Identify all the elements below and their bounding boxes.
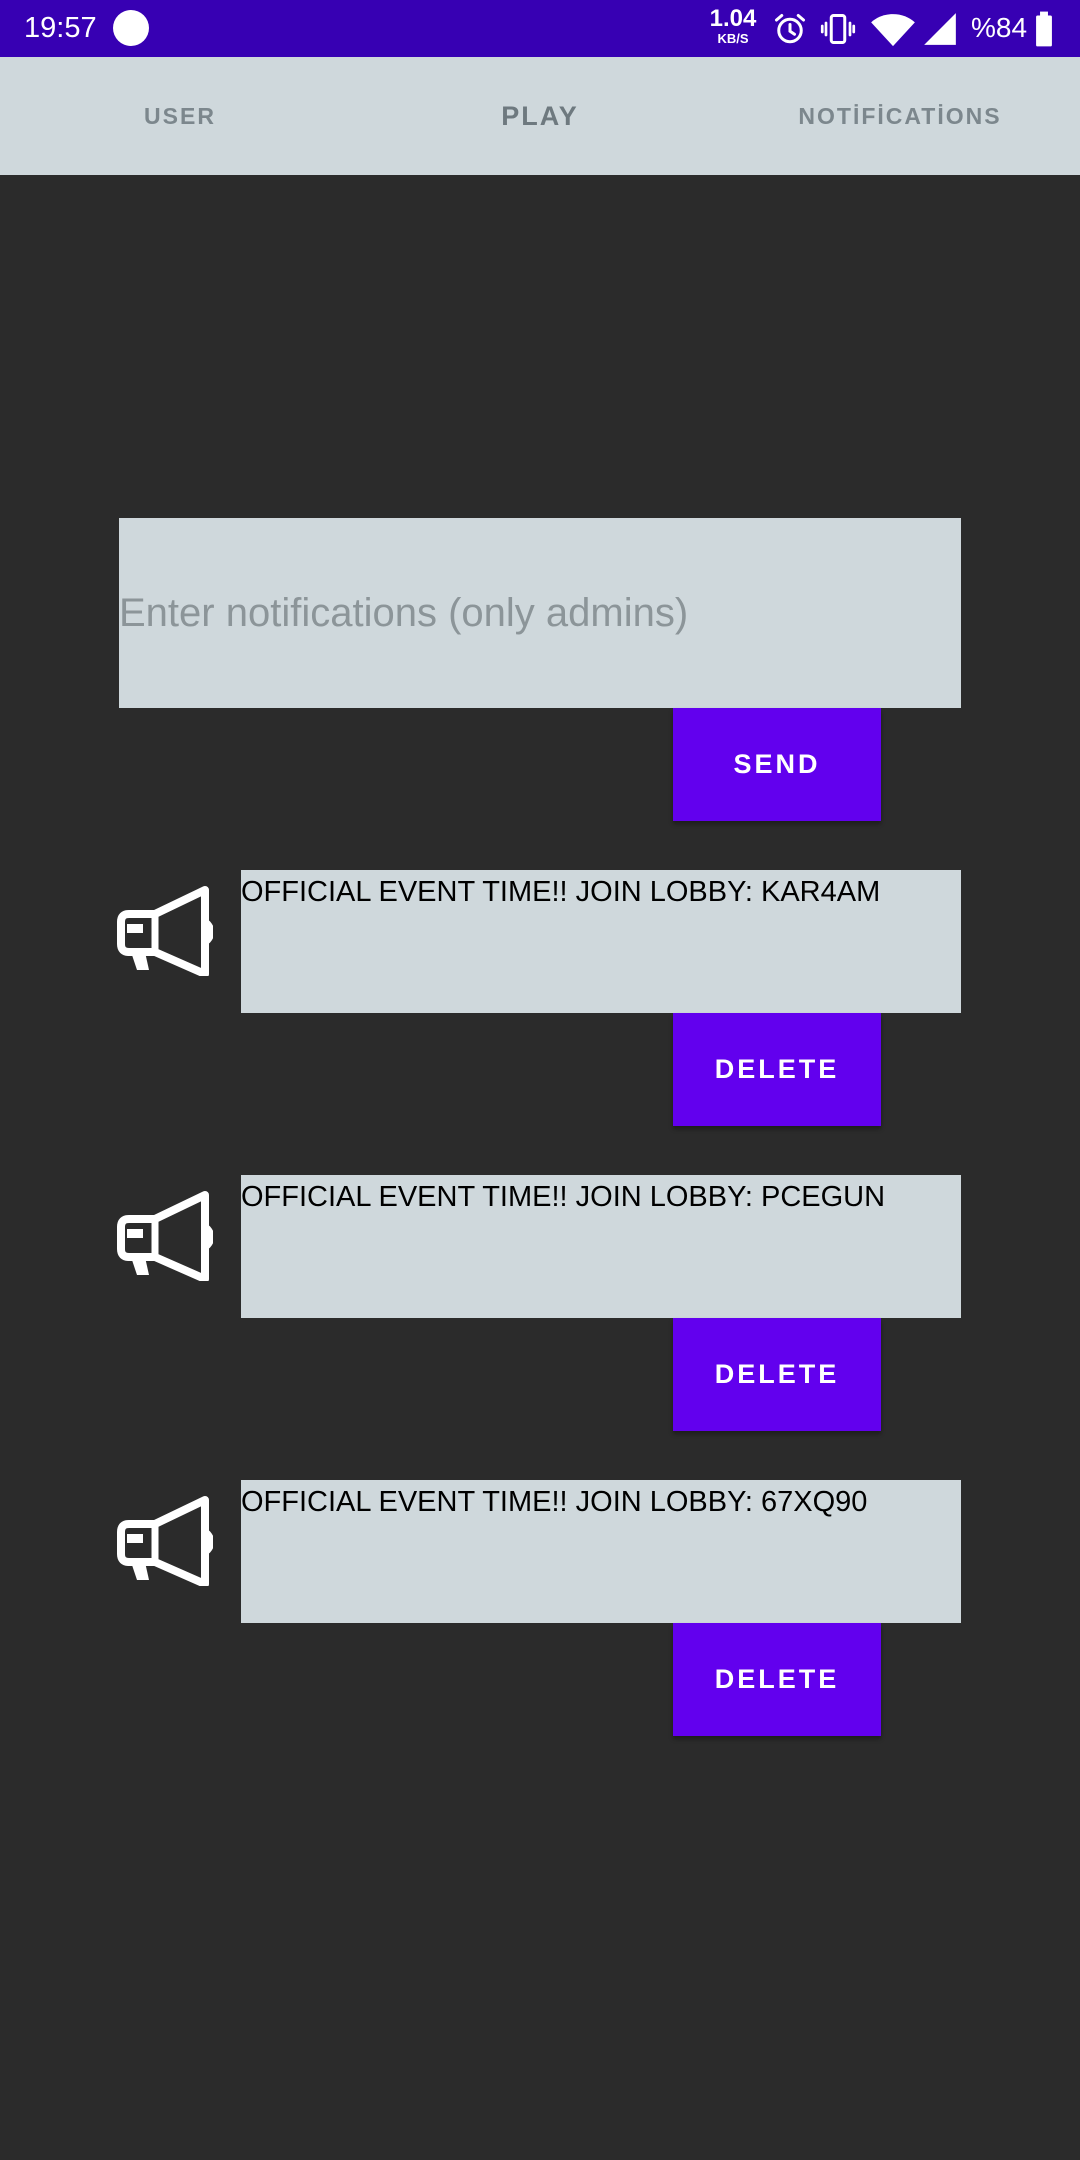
megaphone-icon xyxy=(117,1191,213,1281)
megaphone-icon xyxy=(117,886,213,976)
signal-icon xyxy=(924,13,956,45)
status-bar: 19:57 1.04 KB/S %84 xyxy=(0,0,1080,57)
notifications-screen: 19:57 1.04 KB/S %84 USER PLAY NOTİFİCATİ… xyxy=(0,0,1080,2160)
notification-item: OFFICIAL EVENT TIME!! JOIN LOBBY: 67XQ90… xyxy=(0,1480,1080,1740)
notification-dot-icon xyxy=(113,10,149,46)
tab-play[interactable]: PLAY xyxy=(360,57,720,175)
send-button[interactable]: SEND xyxy=(673,708,881,821)
notification-input[interactable] xyxy=(119,518,961,708)
network-speed-unit: KB/S xyxy=(717,31,749,46)
notification-text: OFFICIAL EVENT TIME!! JOIN LOBBY: KAR4AM xyxy=(241,870,961,1013)
delete-button[interactable]: DELETE xyxy=(673,1318,881,1431)
alarm-icon xyxy=(775,14,805,44)
battery-icon xyxy=(1036,11,1052,47)
tab-user[interactable]: USER xyxy=(0,57,360,175)
vibrate-icon xyxy=(820,14,856,44)
delete-button[interactable]: DELETE xyxy=(673,1013,881,1126)
status-time: 19:57 xyxy=(24,12,97,44)
delete-button[interactable]: DELETE xyxy=(673,1623,881,1736)
notification-item: OFFICIAL EVENT TIME!! JOIN LOBBY: PCEGUN… xyxy=(0,1175,1080,1435)
notification-text: OFFICIAL EVENT TIME!! JOIN LOBBY: 67XQ90 xyxy=(241,1480,961,1623)
wifi-icon xyxy=(871,14,915,47)
notification-item: OFFICIAL EVENT TIME!! JOIN LOBBY: KAR4AM… xyxy=(0,870,1080,1130)
tab-notifications[interactable]: NOTİFİCATİONS xyxy=(720,57,1080,175)
megaphone-icon xyxy=(117,1496,213,1586)
tab-bar: USER PLAY NOTİFİCATİONS xyxy=(0,57,1080,175)
notification-text: OFFICIAL EVENT TIME!! JOIN LOBBY: PCEGUN xyxy=(241,1175,961,1318)
network-speed-value: 1.04 xyxy=(709,5,757,32)
battery-percent: %84 xyxy=(971,12,1028,43)
network-speed: 1.04 KB/S xyxy=(708,6,758,46)
